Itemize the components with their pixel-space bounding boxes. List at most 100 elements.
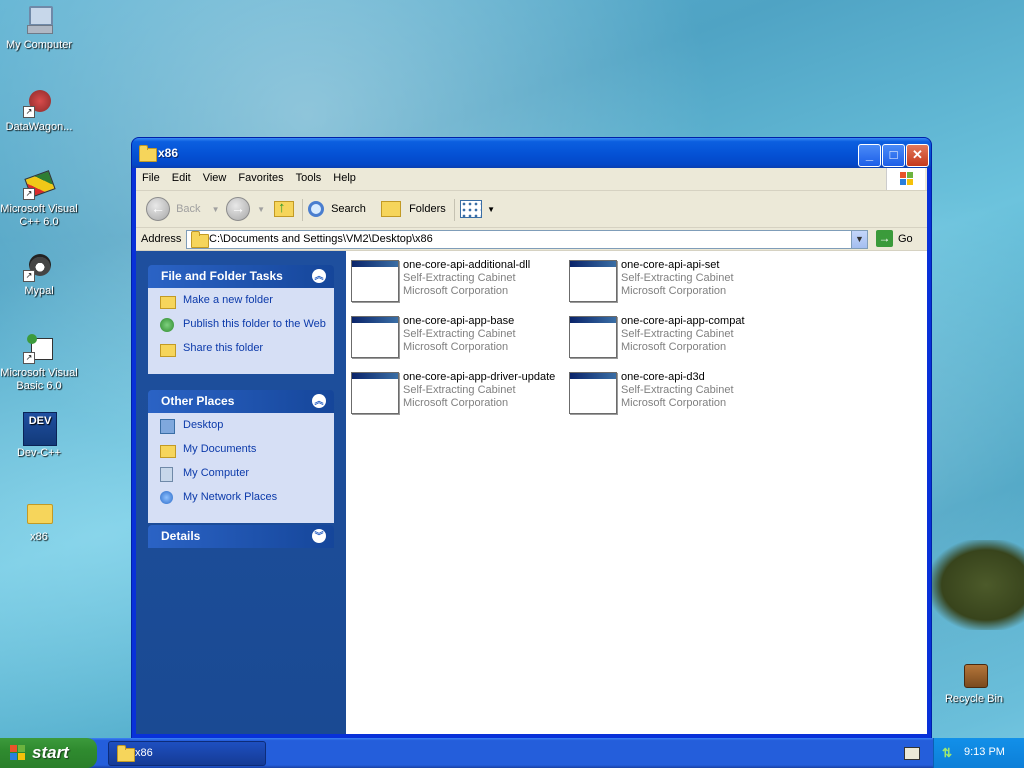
file-item[interactable]: one-core-api-d3d Self-Extracting Cabinet… (564, 368, 774, 416)
file-item[interactable]: one-core-api-app-base Self-Extracting Ca… (346, 312, 556, 360)
windows-flag-icon (10, 745, 26, 761)
desktop-icon-recycle-bin[interactable]: Recycle Bin (934, 658, 1014, 706)
place-desktop-link[interactable]: Desktop (160, 419, 328, 439)
search-label: Search (331, 203, 366, 215)
file-name: one-core-api-app-base (403, 315, 515, 327)
views-button[interactable]: ▼ (460, 197, 495, 221)
recycle-bin-icon (958, 658, 990, 690)
go-label: Go (898, 233, 913, 245)
go-button[interactable]: → Go (874, 230, 924, 248)
my-documents-icon (160, 445, 176, 458)
taskbar-button-x86[interactable]: x86 (108, 741, 266, 766)
file-name: one-core-api-app-compat (621, 315, 745, 327)
network-tray-icon[interactable]: ⇅ (942, 746, 956, 760)
desktop-icon-label: Mypal (24, 285, 54, 297)
file-folder-tasks-header[interactable]: File and Folder Tasks ︽ (148, 265, 334, 288)
desktop-icon-mypal[interactable]: ↗ Mypal (0, 250, 79, 298)
cabinet-file-icon (351, 260, 399, 302)
folder-icon (117, 745, 135, 762)
cabinet-file-icon (351, 316, 399, 358)
panel-title: Other Places (161, 394, 235, 408)
close-button[interactable]: ✕ (906, 144, 929, 167)
link-label: Make a new folder (183, 294, 273, 306)
desktop-icon-x86-folder[interactable]: x86 (0, 496, 79, 544)
desktop-icon-dev-cpp[interactable]: DEV Dev-C++ (0, 412, 79, 460)
up-folder-button[interactable]: ↑ (272, 197, 296, 221)
file-company: Microsoft Corporation (621, 341, 727, 353)
network-places-icon (160, 491, 173, 504)
address-bar: Address C:\Documents and Settings\VM2\De… (136, 228, 927, 251)
publish-folder-link[interactable]: Publish this folder to the Web (160, 318, 328, 338)
system-tray: ⇅ 9:13 PM (933, 738, 1024, 768)
title-bar[interactable]: x86 _ □ ✕ (132, 138, 931, 168)
shortcut-arrow-icon: ↗ (23, 188, 35, 200)
taskbar: start x86 ⇅ 9:13 PM (0, 738, 1024, 768)
cabinet-file-icon (569, 316, 617, 358)
menu-file[interactable]: File (136, 168, 166, 188)
details-header[interactable]: Details ︾ (148, 525, 334, 548)
link-label: My Documents (183, 443, 257, 455)
place-my-network-places-link[interactable]: My Network Places (160, 491, 328, 511)
window-client: File Edit View Favorites Tools Help ← Back ▼ … (136, 168, 927, 734)
address-input[interactable]: C:\Documents and Settings\VM2\Desktop\x8… (186, 230, 868, 249)
desktop-icon-label: Dev-C++ (16, 447, 62, 459)
desktop-icon-visual-basic[interactable]: ↗ Microsoft Visual Basic 6.0 (0, 332, 79, 393)
windows-logo-icon (886, 168, 925, 190)
address-dropdown-button[interactable]: ▼ (851, 231, 867, 248)
file-type: Self-Extracting Cabinet (621, 272, 734, 284)
go-arrow-icon: → (876, 230, 893, 247)
make-new-folder-link[interactable]: Make a new folder (160, 294, 328, 314)
file-name: one-core-api-api-set (621, 259, 720, 271)
chevron-down-icon: ▼ (257, 205, 265, 214)
desktop-icon-label: Microsoft Visual C++ 6.0 (0, 203, 78, 228)
menu-favorites[interactable]: Favorites (232, 168, 289, 188)
collapse-icon[interactable]: ︽ (312, 269, 326, 283)
clock[interactable]: 9:13 PM (964, 746, 1005, 758)
chevron-down-icon: ▼ (211, 205, 220, 214)
start-button[interactable]: start (0, 738, 97, 768)
file-company: Microsoft Corporation (403, 285, 509, 297)
place-my-documents-link[interactable]: My Documents (160, 443, 328, 463)
chevron-down-icon: ▼ (487, 205, 495, 214)
explorer-window: x86 _ □ ✕ File Edit View Favorites Tools Help… (132, 138, 931, 738)
views-icon (460, 200, 482, 219)
shortcut-arrow-icon: ↗ (23, 270, 35, 282)
desktop-icon-datawagon[interactable]: ↗ DataWagon... (0, 86, 79, 134)
maximize-button[interactable]: □ (882, 144, 905, 167)
desktop-icon-my-computer[interactable]: My Computer (0, 4, 79, 52)
dev-cpp-icon: DEV (23, 412, 57, 446)
other-places-header[interactable]: Other Places ︽ (148, 390, 334, 413)
cabinet-file-icon (351, 372, 399, 414)
toolbar-separator (454, 199, 455, 221)
back-button[interactable]: ← Back ▼ (146, 197, 220, 222)
window-title: x86 (158, 146, 179, 160)
file-item[interactable]: one-core-api-app-compat Self-Extracting … (564, 312, 774, 360)
link-label: My Network Places (183, 491, 278, 503)
file-item[interactable]: one-core-api-api-set Self-Extracting Cab… (564, 256, 774, 304)
menu-tools[interactable]: Tools (290, 168, 328, 188)
menu-edit[interactable]: Edit (166, 168, 197, 188)
desktop-icon-visual-cpp[interactable]: ↗ Microsoft Visual C++ 6.0 (0, 168, 79, 229)
back-label: Back (176, 203, 201, 215)
search-button[interactable]: Search (308, 197, 366, 221)
menu-help[interactable]: Help (327, 168, 362, 188)
forward-button[interactable]: → ▼ (226, 197, 265, 222)
file-item[interactable]: one-core-api-additional-dll Self-Extract… (346, 256, 556, 304)
folders-button[interactable]: Folders (381, 197, 446, 221)
start-label: start (32, 743, 69, 762)
folders-icon (381, 201, 401, 218)
search-icon (308, 201, 324, 218)
share-folder-link[interactable]: Share this folder (160, 342, 328, 362)
menu-view[interactable]: View (197, 168, 233, 188)
minimize-button[interactable]: _ (858, 144, 881, 167)
file-item[interactable]: one-core-api-app-driver-update Self-Extr… (346, 368, 556, 416)
file-type: Self-Extracting Cabinet (621, 384, 734, 396)
desktop-icon-label: DataWagon... (5, 121, 73, 133)
address-value: C:\Documents and Settings\VM2\Desktop\x8… (209, 233, 433, 245)
keyboard-icon[interactable] (904, 747, 920, 760)
place-my-computer-link[interactable]: My Computer (160, 467, 328, 487)
my-computer-icon (23, 4, 55, 36)
collapse-icon[interactable]: ︽ (312, 394, 326, 408)
task-pane: File and Folder Tasks ︽ Make a new folde… (136, 251, 346, 734)
expand-icon[interactable]: ︾ (312, 529, 326, 543)
